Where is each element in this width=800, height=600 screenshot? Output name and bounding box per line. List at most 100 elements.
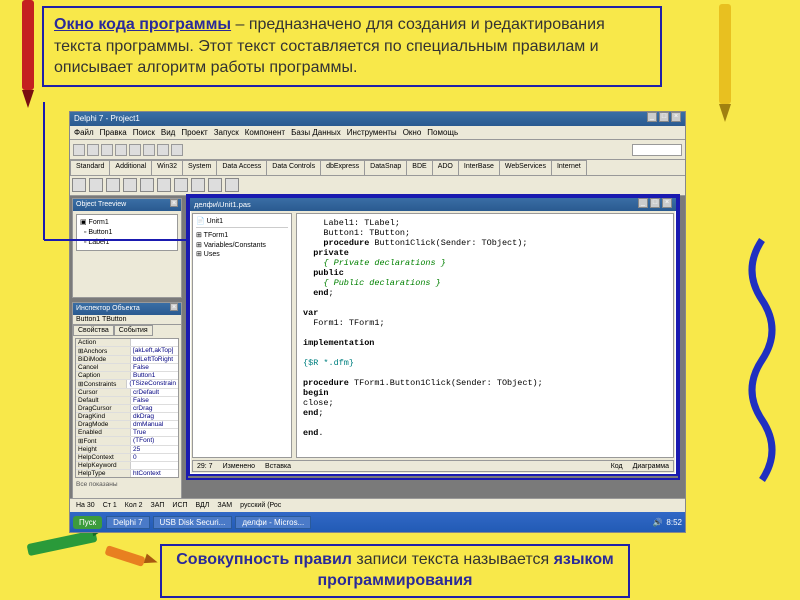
palette-button[interactable] [106,178,120,192]
toolbar-button[interactable] [129,144,141,156]
ide-client-area: Object Treeview× ▣ Form1 ▫ Button1 ▫ Lab… [70,196,685,506]
tab-code[interactable]: Код [611,463,623,470]
property-row[interactable]: CaptionButton1 [76,372,178,380]
taskbar-item[interactable]: USB Disk Securi... [153,516,233,529]
component-tab[interactable]: InterBase [458,160,500,175]
toolbar-button[interactable] [101,144,113,156]
start-button[interactable]: Пуск [73,516,102,529]
property-row[interactable]: DragCursorcrDrag [76,405,178,413]
search-input[interactable] [632,144,682,156]
toolbar-button[interactable] [87,144,99,156]
property-row[interactable]: Action [76,339,178,347]
component-tab[interactable]: Win32 [151,160,183,175]
component-tab[interactable]: DataSnap [364,160,407,175]
tray-icon[interactable]: 🔊 [652,518,662,527]
property-row[interactable]: Height25 [76,446,178,454]
menu-item[interactable]: Окно [403,126,422,139]
object-inspector-panel: Инспектор Объекта × Button1 TButton Свойс… [72,302,182,502]
inspector-object[interactable]: Button1 TButton [73,315,181,325]
minimize-icon[interactable]: _ [638,198,648,208]
menu-item[interactable]: Проект [181,126,207,139]
tab-diagram[interactable]: Диаграмма [633,463,669,470]
code-explorer-node[interactable]: ⊞ TForm1 [196,231,288,241]
component-tab[interactable]: WebServices [499,160,552,175]
close-icon[interactable]: × [170,199,178,207]
component-tab[interactable]: Additional [109,160,152,175]
palette-button[interactable] [174,178,188,192]
menu-item[interactable]: Запуск [214,126,239,139]
taskbar-item[interactable]: делфи - Micros... [235,516,311,529]
status-cell: ЗАП [151,502,165,509]
menu-item[interactable]: Вид [161,126,175,139]
menu-item[interactable]: Правка [100,126,127,139]
menu-item[interactable]: Базы Данных [291,126,341,139]
menu-item[interactable]: Помощь [427,126,458,139]
toolbar-button[interactable] [171,144,183,156]
taskbar-item[interactable]: Delphi 7 [106,516,149,529]
code-editor[interactable]: Label1: TLabel; Button1: TButton; proced… [296,213,674,458]
palette-button[interactable] [140,178,154,192]
component-palette [70,176,685,196]
bottom-em1: Совокупность правил [176,551,352,568]
property-row[interactable]: DefaultFalse [76,397,178,405]
component-tab[interactable]: Standard [70,160,110,175]
property-row[interactable]: HelpKeyword [76,462,178,470]
code-explorer[interactable]: 📄 Unit1⊞ TForm1⊞ Variables/Constants⊞ Us… [192,213,292,458]
palette-button[interactable] [72,178,86,192]
property-row[interactable]: DragModedmManual [76,421,178,429]
property-row[interactable]: HelpContext0 [76,454,178,462]
component-tab[interactable]: BDE [406,160,432,175]
status-cell: ЗАМ [217,502,232,509]
tree-node[interactable]: ▣ Form1 [80,218,174,228]
component-tab[interactable]: Data Access [216,160,267,175]
property-row[interactable]: CancelFalse [76,364,178,372]
status-cell: ВДЛ [196,502,210,509]
property-row[interactable]: ⊞Constraints(TSizeConstrain [76,380,178,389]
menu-item[interactable]: Поиск [133,126,155,139]
code-explorer-node[interactable]: ⊞ Variables/Constants [196,241,288,251]
toolbar-button[interactable] [157,144,169,156]
component-tab[interactable]: Internet [551,160,587,175]
toolbar-button[interactable] [143,144,155,156]
toolbar-button[interactable] [115,144,127,156]
menu-item[interactable]: Файл [74,126,94,139]
toolbar-button[interactable] [73,144,85,156]
property-row[interactable]: ⊞Anchors[akLeft,akTop] [76,347,178,356]
close-icon[interactable]: × [662,198,672,208]
menu-item[interactable]: Компонент [245,126,285,139]
property-row[interactable]: HelpTypehtContext [76,470,178,478]
component-tab[interactable]: dbExpress [320,160,365,175]
menu-item[interactable]: Инструменты [347,126,397,139]
close-icon[interactable]: × [170,303,178,311]
property-row[interactable]: ⊞Font(TFont) [76,437,178,446]
inspector-tab[interactable]: События [114,325,153,336]
component-tab[interactable]: ADO [432,160,459,175]
tree-node[interactable]: ▫ Button1 [80,228,174,238]
status-cell: русский (Рос [240,502,281,509]
palette-button[interactable] [89,178,103,192]
palette-button[interactable] [123,178,137,192]
inspector-footer: Все показаны [73,480,181,489]
property-grid[interactable]: Action⊞Anchors[akLeft,akTop]BiDiModebdLe… [75,338,179,478]
palette-button[interactable] [208,178,222,192]
tree-node[interactable]: ▫ Label1 [80,238,174,248]
object-tree[interactable]: ▣ Form1 ▫ Button1 ▫ Label1 [76,214,178,251]
property-row[interactable]: CursorcrDefault [76,389,178,397]
inspector-title: Инспектор Объекта [76,303,140,315]
maximize-icon[interactable]: □ [650,198,660,208]
property-row[interactable]: EnabledTrue [76,429,178,437]
property-row[interactable]: BiDiModebdLeftToRight [76,356,178,364]
inspector-tab[interactable]: Свойства [73,325,114,336]
minimize-icon[interactable]: _ [647,112,657,122]
palette-button[interactable] [225,178,239,192]
component-tab[interactable]: System [182,160,217,175]
palette-button[interactable] [191,178,205,192]
palette-button[interactable] [157,178,171,192]
property-row[interactable]: DragKinddkDrag [76,413,178,421]
system-tray: 🔊 8:52 [652,518,682,527]
component-tab[interactable]: Data Controls [266,160,321,175]
close-icon[interactable]: × [671,112,681,122]
code-explorer-node[interactable]: ⊞ Uses [196,250,288,260]
maximize-icon[interactable]: □ [659,112,669,122]
delphi-ide-screenshot: Delphi 7 - Project1 _ □ × ФайлПравкаПоис… [70,112,685,532]
